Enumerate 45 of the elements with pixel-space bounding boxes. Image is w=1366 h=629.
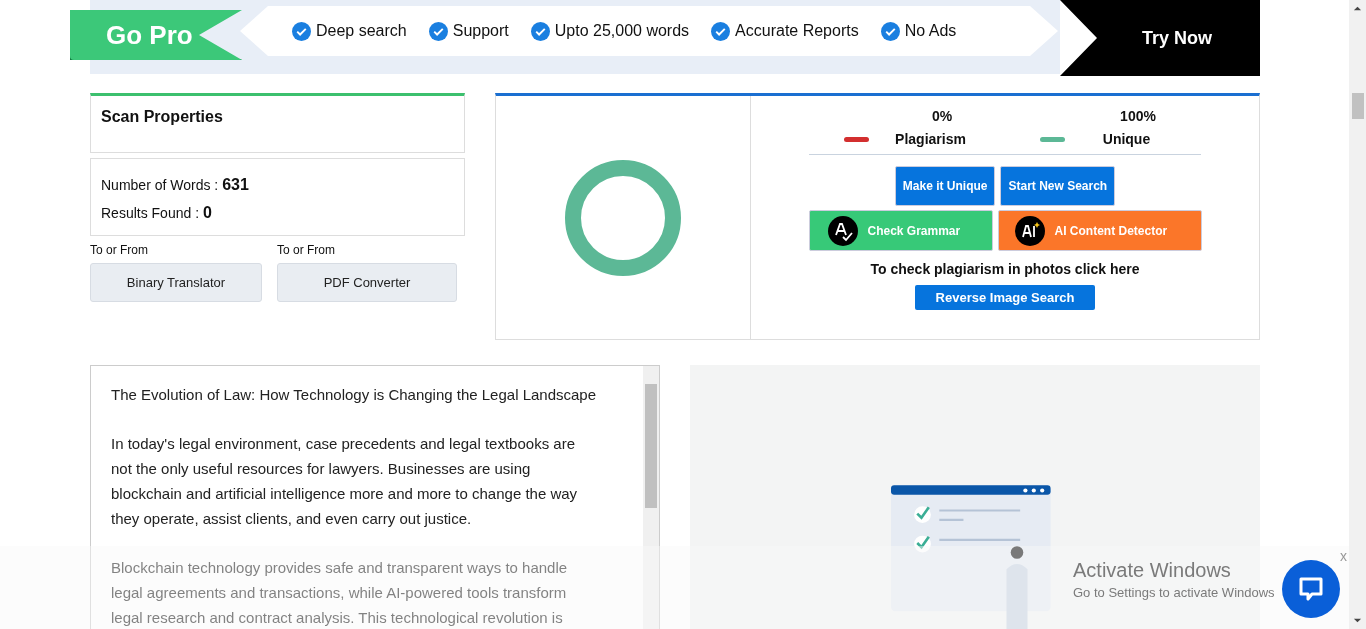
activate-windows-subtitle: Go to Settings to activate Windows xyxy=(1073,585,1275,600)
reverse-image-search-button[interactable]: Reverse Image Search xyxy=(915,285,1095,310)
activate-windows-title: Activate Windows xyxy=(1073,559,1232,582)
words-count: 631 xyxy=(222,176,249,193)
ai-sparkle-icon xyxy=(1014,215,1045,246)
try-now-button[interactable]: Try Now xyxy=(1060,0,1260,76)
action-button[interactable]: AI Content Detector xyxy=(997,210,1202,251)
editor-paragraph: The Evolution of Law: How Technology is Changing the Legal Landscape xyxy=(111,385,598,405)
check-circle-icon xyxy=(292,21,311,41)
close-button[interactable]: x xyxy=(1340,548,1347,564)
photo-hint-text: To check plagiarism in photos click here xyxy=(870,261,1140,277)
feature-label: Deep search xyxy=(316,22,407,40)
editor-paragraph: Blockchain technology provides safe and transparent ways to handle legal agreements and transactions, while AI-powered tools transform legal research and contract analysis. This technological revolution is xyxy=(111,558,569,628)
action-button[interactable]: Start New Search xyxy=(1000,166,1116,206)
percent-value: 100% xyxy=(1120,107,1156,126)
check-circle-icon xyxy=(711,21,731,41)
legend-label: Plagiarism xyxy=(894,131,967,147)
converter-caption: To or From xyxy=(90,243,149,257)
feature-label: No Ads xyxy=(904,22,957,40)
grammar-check-icon xyxy=(827,215,858,246)
action-button[interactable]: Make it Unique xyxy=(894,166,996,206)
scan-properties-title: Scan Properties xyxy=(101,108,223,125)
scroll-thumb[interactable] xyxy=(645,384,657,508)
feature-label: Support xyxy=(452,22,509,40)
scroll-down-arrow-icon[interactable] xyxy=(1353,616,1362,625)
feature-label: Upto 25,000 words xyxy=(554,22,690,40)
editor-scrollbar[interactable] xyxy=(643,366,659,629)
editor-paragraph: In today's legal environment, case precedents and legal textbooks are not the only useful resources for lawyers. Businesses are using blockchain and artificial intelligence more and more to change the way they operate, assist clients, and even carry out justice. xyxy=(111,434,579,529)
text-editor[interactable] xyxy=(90,365,660,629)
converter-caption: To or From xyxy=(277,243,336,257)
converter-button[interactable]: Binary Translator xyxy=(90,263,262,302)
results-count: 0 xyxy=(202,204,212,221)
legend-label: Unique xyxy=(1101,131,1152,147)
check-circle-icon xyxy=(530,21,550,41)
scroll-up-arrow-icon[interactable] xyxy=(1353,4,1362,13)
results-label: Results Found : xyxy=(101,205,200,221)
converter-button[interactable]: PDF Converter xyxy=(277,263,457,302)
percent-value: 0% xyxy=(931,107,953,126)
check-circle-icon xyxy=(880,21,900,41)
page-scroll-thumb[interactable] xyxy=(1351,93,1364,119)
feature-label: Accurate Reports xyxy=(735,22,859,40)
words-label: Number of Words : xyxy=(101,177,219,193)
go-pro-label: Go Pro xyxy=(106,19,193,51)
chat-button[interactable] xyxy=(1282,560,1340,618)
check-circle-icon xyxy=(428,21,448,41)
